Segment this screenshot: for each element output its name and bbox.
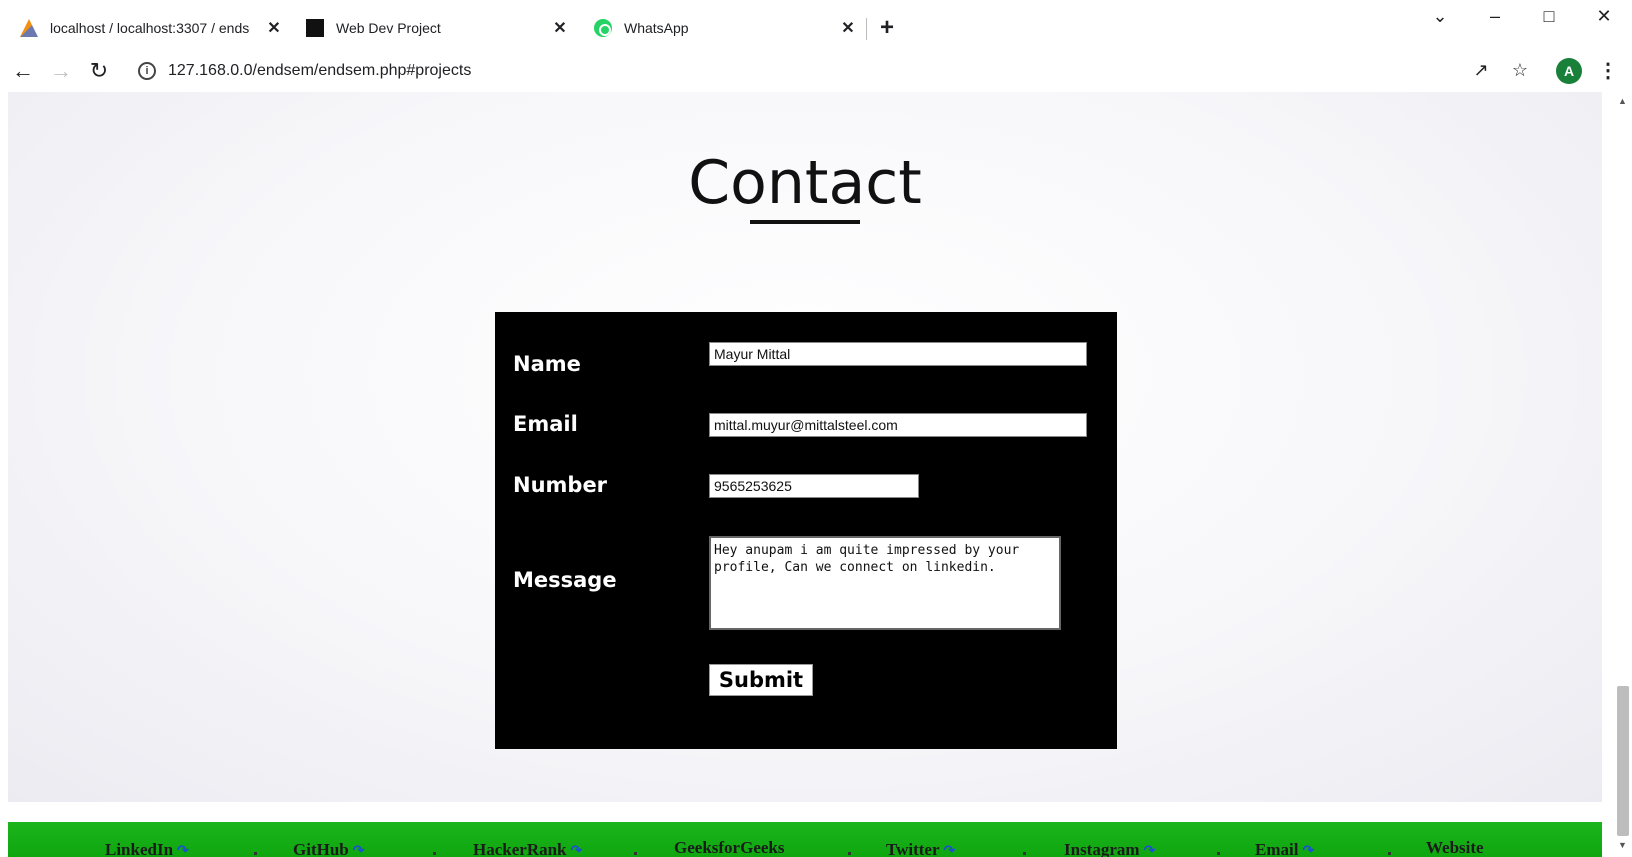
- whatsapp-icon: [594, 19, 612, 37]
- url-field[interactable]: 127.168.0.0/endsem/endsem.php#projects: [168, 62, 471, 80]
- window-close-icon[interactable]: ✕: [1589, 6, 1619, 27]
- bookmark-star-icon[interactable]: ☆: [1508, 60, 1532, 81]
- footer-link-geeksforgeeks[interactable]: GeeksforGeeks: [674, 838, 784, 857]
- footer-separator: [634, 852, 637, 855]
- address-bar: ← → ↻ i 127.168.0.0/endsem/endsem.php#pr…: [0, 56, 1632, 92]
- footer-separator: [433, 852, 436, 855]
- tab-whatsapp[interactable]: WhatsApp ✕: [594, 10, 858, 46]
- name-label: Name: [513, 352, 581, 376]
- footer-separator: [1388, 852, 1391, 855]
- footer-link-label: Website: [1426, 838, 1484, 857]
- external-link-icon: ↷: [570, 844, 583, 857]
- external-link-icon: ↷: [1302, 844, 1315, 857]
- page-viewport: Contact Name Email Number Message Hey an…: [0, 92, 1632, 857]
- footer-link-label: GeeksforGeeks: [674, 838, 785, 857]
- external-link-icon: ↷: [943, 844, 956, 857]
- reload-icon[interactable]: ↻: [84, 58, 114, 84]
- email-input[interactable]: [709, 413, 1087, 437]
- page-title: Contact: [688, 148, 922, 218]
- footer-links-bar: LinkedIn ↷ GitHub ↷ HackerRank ↷ GeeksforGe…: [8, 822, 1602, 857]
- share-icon[interactable]: ↗: [1469, 60, 1493, 81]
- name-input[interactable]: [709, 342, 1087, 366]
- message-label: Message: [513, 568, 617, 592]
- new-tab-button[interactable]: +: [880, 14, 894, 42]
- scrollbar-thumb[interactable]: [1617, 686, 1629, 836]
- tab-title: WhatsApp: [624, 20, 689, 36]
- footer-link-linkedin[interactable]: LinkedIn ↷: [105, 840, 189, 857]
- footer-link-github[interactable]: GitHub ↷: [293, 840, 364, 857]
- kebab-menu-icon[interactable]: ⋮: [1598, 58, 1618, 83]
- contact-form: Name Email Number Message Hey anupam i a…: [495, 312, 1117, 749]
- close-icon[interactable]: ✕: [264, 18, 284, 38]
- footer-link-label: Instagram: [1064, 840, 1140, 857]
- footer-link-label: Twitter: [886, 840, 940, 857]
- close-icon[interactable]: ✕: [838, 18, 858, 38]
- tab-divider: [866, 18, 867, 40]
- footer-link-hackerrank[interactable]: HackerRank ↷: [473, 840, 582, 857]
- message-textarea[interactable]: Hey anupam i am quite impressed by your …: [709, 536, 1061, 630]
- footer-link-email[interactable]: Email ↷: [1255, 840, 1314, 857]
- tab-strip: localhost / localhost:3307 / endsem ✕ We…: [0, 0, 1632, 56]
- scroll-up-arrow-icon[interactable]: ▲: [1618, 96, 1627, 106]
- tab-search-icon[interactable]: ⌄: [1425, 6, 1455, 27]
- footer-link-label: LinkedIn: [105, 840, 174, 857]
- footer-link-website[interactable]: Website: [1426, 838, 1484, 857]
- footer-link-twitter[interactable]: Twitter ↷: [886, 840, 955, 857]
- close-icon[interactable]: ✕: [550, 18, 570, 38]
- submit-button[interactable]: Submit: [709, 664, 813, 696]
- footer-link-label: HackerRank: [473, 840, 567, 857]
- number-input[interactable]: [709, 474, 919, 498]
- tab-title: localhost / localhost:3307 / endsem: [50, 20, 250, 36]
- tab-phpmyadmin[interactable]: localhost / localhost:3307 / endsem ✕: [20, 10, 284, 46]
- minimize-icon[interactable]: –: [1480, 6, 1510, 27]
- external-link-icon: ↷: [1143, 844, 1156, 857]
- contact-section: Contact Name Email Number Message Hey an…: [8, 92, 1602, 802]
- phpmyadmin-icon: [20, 19, 38, 37]
- footer-link-label: GitHub: [293, 840, 349, 857]
- footer-separator: [848, 852, 851, 855]
- title-underline: [750, 220, 860, 224]
- email-label: Email: [513, 412, 578, 436]
- black-square-icon: [306, 19, 324, 37]
- back-arrow-icon[interactable]: ←: [8, 58, 38, 84]
- external-link-icon: ↷: [177, 844, 189, 857]
- vertical-scrollbar[interactable]: ▲ ▼: [1614, 92, 1632, 857]
- footer-separator: [1023, 852, 1026, 855]
- maximize-icon[interactable]: □: [1534, 6, 1564, 27]
- profile-avatar[interactable]: A: [1556, 58, 1582, 84]
- footer-separator: [1217, 852, 1220, 855]
- footer-separator: [254, 852, 257, 855]
- footer-link-label: Email: [1255, 840, 1299, 857]
- scroll-down-arrow-icon[interactable]: ▼: [1618, 840, 1627, 850]
- number-label: Number: [513, 473, 608, 497]
- tab-web-dev-project[interactable]: Web Dev Project ✕: [306, 10, 570, 46]
- tab-title: Web Dev Project: [336, 20, 441, 36]
- site-info-icon[interactable]: i: [138, 62, 156, 80]
- external-link-icon: ↷: [352, 844, 365, 857]
- footer-link-instagram[interactable]: Instagram ↷: [1064, 840, 1155, 857]
- forward-arrow-icon[interactable]: →: [46, 58, 76, 84]
